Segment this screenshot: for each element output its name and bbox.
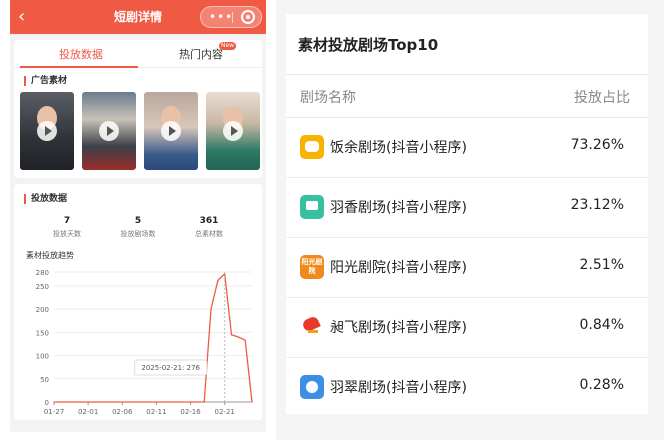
ad-thumbnail[interactable] [82, 92, 136, 170]
table-row[interactable]: 羽翠剧场(抖音小程序) 0.28% [286, 358, 648, 418]
tab-delivery-data[interactable]: 投放数据 [59, 46, 103, 62]
tab-bar: 投放数据 热门内容 New [14, 40, 262, 68]
play-icon[interactable] [223, 121, 243, 141]
tooltip-text: 2025-02-21: 276 [141, 364, 200, 372]
section-title-ad-material: 广告素材 [24, 76, 67, 86]
ad-card: 投放数据 热门内容 New 广告素材 [14, 40, 262, 178]
theater-share: 0.28% [579, 377, 624, 393]
series-line [54, 273, 253, 403]
more-dots-icon[interactable]: ••• [209, 10, 233, 24]
stats-row: 7 投放天数 5 投放剧场数 361 总素材数 [14, 216, 262, 246]
theater-name: 昶飞剧场(抖音小程序) [330, 320, 467, 336]
table-header: 剧场名称 投放占比 [286, 74, 648, 118]
data-point [217, 279, 219, 281]
data-point [203, 401, 205, 403]
x-tick-label: 02-06 [112, 408, 133, 416]
theater-share: 73.26% [570, 137, 624, 153]
ranking-table: 素材投放剧场Top10 剧场名称 投放占比 饭余剧场(抖音小程序) 73.26%… [286, 14, 648, 414]
data-point [230, 334, 233, 336]
fanyu-logo-icon [300, 135, 324, 159]
theater-share: 0.84% [579, 317, 624, 333]
section-title-delivery-data: 投放数据 [24, 194, 67, 204]
table-row[interactable]: 羽香剧场(抖音小程序) 23.12% [286, 178, 648, 238]
data-point [244, 339, 246, 341]
new-badge: New [219, 42, 237, 50]
theater-name: 羽翠剧场(抖音小程序) [330, 380, 467, 396]
data-point [87, 401, 89, 403]
active-tab-indicator [20, 66, 138, 68]
x-tick-label: 01-27 [44, 408, 64, 416]
theater-share: 23.12% [570, 197, 624, 213]
yifei-logo-icon [300, 315, 324, 339]
y-tick-label: 100 [36, 353, 49, 361]
trend-line-chart: 0 50 100 150 200 250 280 01-27 02-01 02-06 02-11 02… [36, 269, 253, 416]
yangguang-logo-icon: 阳光剧院 [300, 255, 324, 279]
x-tick-label: 02-21 [215, 408, 235, 416]
table-title: 素材投放剧场Top10 [298, 36, 439, 54]
stat-value: 361 [199, 216, 219, 226]
data-point [121, 401, 123, 403]
ad-thumbnail-list [20, 92, 260, 170]
ad-thumbnail[interactable] [206, 92, 260, 170]
capsule-menu: ••• [200, 6, 262, 28]
theater-name: 饭余剧场(抖音小程序) [330, 140, 467, 156]
data-point [53, 401, 55, 403]
delivery-data-card: 投放数据 7 投放天数 5 投放剧场数 361 总素材数 素材投放趋势 0 50 1… [14, 184, 262, 420]
play-icon[interactable] [37, 121, 57, 141]
table-row[interactable]: 饭余剧场(抖音小程序) 73.26% [286, 118, 648, 178]
data-point [196, 401, 198, 403]
tab-hot-content[interactable]: 热门内容 [179, 46, 223, 62]
play-icon[interactable] [161, 121, 181, 141]
y-tick-label: 200 [36, 306, 49, 314]
ad-thumbnail[interactable] [20, 92, 74, 170]
target-circle-icon[interactable] [241, 10, 255, 24]
y-tick-label: 250 [36, 283, 49, 291]
y-tick-label: 150 [36, 329, 49, 337]
stat-label: 总素材数 [195, 230, 223, 238]
y-tick-label: 0 [45, 399, 49, 407]
yuxiang-logo-icon [300, 195, 324, 219]
theater-ranking-panel: 素材投放剧场Top10 剧场名称 投放占比 饭余剧场(抖音小程序) 73.26%… [276, 0, 664, 440]
stat-total-materials: 361 总素材数 [164, 216, 254, 239]
play-icon[interactable] [99, 121, 119, 141]
column-header-name: 剧场名称 [300, 90, 356, 106]
ad-thumbnail[interactable] [144, 92, 198, 170]
theater-name: 阳光剧院(抖音小程序) [330, 260, 467, 276]
theater-name: 羽香剧场(抖音小程序) [330, 200, 467, 216]
column-header-share: 投放占比 [574, 90, 630, 106]
table-row[interactable]: 阳光剧院 阳光剧院(抖音小程序) 2.51% [286, 238, 648, 298]
mini-program-panel: ‹ 短剧详情 ••• 投放数据 热门内容 New 广告素材 投放数据 7 投放天… [10, 0, 266, 432]
table-row[interactable]: 昶飞剧场(抖音小程序) 0.84% [286, 298, 648, 358]
y-tick-label: 50 [40, 376, 49, 384]
data-point [251, 401, 253, 403]
x-tick-label: 02-11 [146, 408, 166, 416]
y-tick-label: 280 [36, 269, 49, 277]
yucui-logo-icon [300, 375, 324, 399]
x-tick-label: 02-01 [78, 408, 98, 416]
data-point [155, 401, 158, 403]
data-point [237, 336, 239, 338]
x-tick-label: 02-16 [180, 408, 201, 416]
data-point [189, 401, 192, 403]
chart-title: 素材投放趋势 [26, 251, 74, 260]
data-point [210, 308, 212, 310]
theater-share: 2.51% [579, 257, 624, 273]
capsule-divider [232, 12, 233, 23]
navigation-bar: ‹ 短剧详情 ••• [10, 0, 266, 34]
